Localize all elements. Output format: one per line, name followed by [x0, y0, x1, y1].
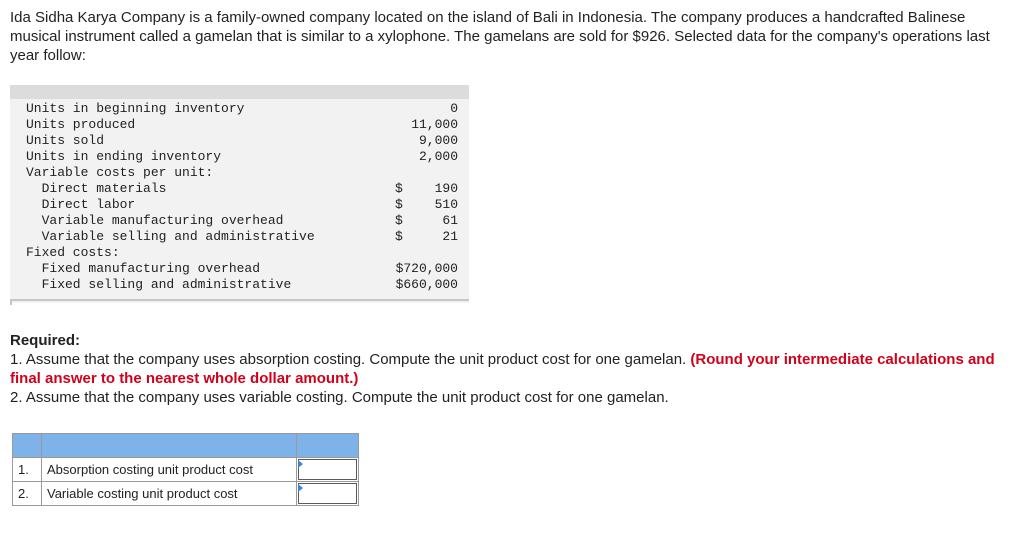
data-currency: $ [395, 181, 403, 196]
data-value: 190 [434, 181, 458, 196]
data-value: 21 [442, 229, 458, 244]
header-cell [41, 433, 297, 458]
data-label: Fixed selling and administrative [26, 277, 292, 292]
data-row: Units produced 11,000 [10, 117, 469, 133]
data-value: 2,000 [418, 149, 458, 164]
answer-row-number: 2. [12, 481, 42, 506]
data-row: Units in ending inventory 2,000 [10, 149, 469, 165]
header-cell [12, 433, 42, 458]
data-row: Fixed costs: [10, 245, 469, 261]
data-row: Units sold 9,000 [10, 133, 469, 149]
data-row: Direct materials $ 190 [10, 181, 469, 197]
data-label: Direct labor [26, 197, 136, 212]
data-label: Direct materials [26, 181, 167, 196]
data-label: Units sold [26, 133, 105, 148]
data-currency: $ [395, 229, 403, 244]
data-value: 61 [442, 213, 458, 228]
data-table: Units in beginning inventory 0 Units pro… [10, 85, 469, 303]
answer-row-number: 1. [12, 457, 42, 482]
data-row: Variable selling and administrative $ 21 [10, 229, 469, 245]
data-label: Variable costs per unit: [26, 165, 214, 180]
input-flag-icon [298, 460, 303, 468]
data-row: Fixed selling and administrative $660,00… [10, 277, 469, 293]
data-row: Direct labor $ 510 [10, 197, 469, 213]
answer-row-label: Variable costing unit product cost [41, 481, 297, 506]
data-label: Fixed manufacturing overhead [26, 261, 261, 276]
data-label: Variable manufacturing overhead [26, 213, 284, 228]
data-value: $660,000 [395, 277, 458, 292]
answer-row-label: Absorption costing unit product cost [41, 457, 297, 482]
data-label: Fixed costs: [26, 245, 120, 260]
data-currency: $ [395, 197, 403, 212]
data-label: Units in beginning inventory [26, 101, 245, 116]
data-row: Variable costs per unit: [10, 165, 469, 181]
answer-row: 2. Variable costing unit product cost [12, 481, 359, 506]
problem-intro: Ida Sidha Karya Company is a family-owne… [10, 9, 990, 64]
answer-table: 1. Absorption costing unit product cost … [12, 433, 359, 506]
data-row: Units in beginning inventory 0 [10, 101, 469, 117]
data-table-bottom-rule [10, 299, 469, 305]
answer-row: 1. Absorption costing unit product cost [12, 457, 359, 482]
data-row: Fixed manufacturing overhead $720,000 [10, 261, 469, 277]
data-value: 9,000 [418, 133, 458, 148]
data-value: 11,000 [411, 117, 458, 132]
data-label: Variable selling and administrative [26, 229, 315, 244]
answer-table-header [12, 433, 359, 458]
required-item-1-text: 1. Assume that the company uses absorpti… [10, 351, 687, 368]
data-label: Units produced [26, 117, 136, 132]
input-flag-icon [298, 484, 303, 492]
required-item-2: 2. Assume that the company uses variable… [10, 389, 669, 406]
data-currency: $ [395, 213, 403, 228]
data-row: Variable manufacturing overhead $ 61 [10, 213, 469, 229]
absorption-cost-input[interactable] [298, 459, 357, 480]
header-cell [296, 433, 359, 458]
required-heading: Required: [10, 332, 81, 349]
data-value: 0 [450, 101, 458, 116]
required-section: Required: 1. Assume that the company use… [10, 331, 1010, 407]
variable-cost-input[interactable] [298, 483, 357, 504]
data-value: $720,000 [395, 261, 458, 276]
data-value: 510 [434, 197, 458, 212]
absorption-cost-cell [296, 457, 359, 482]
required-item-1: 1. Assume that the company uses absorpti… [10, 350, 1010, 388]
data-label: Units in ending inventory [26, 149, 222, 164]
variable-cost-cell [296, 481, 359, 506]
